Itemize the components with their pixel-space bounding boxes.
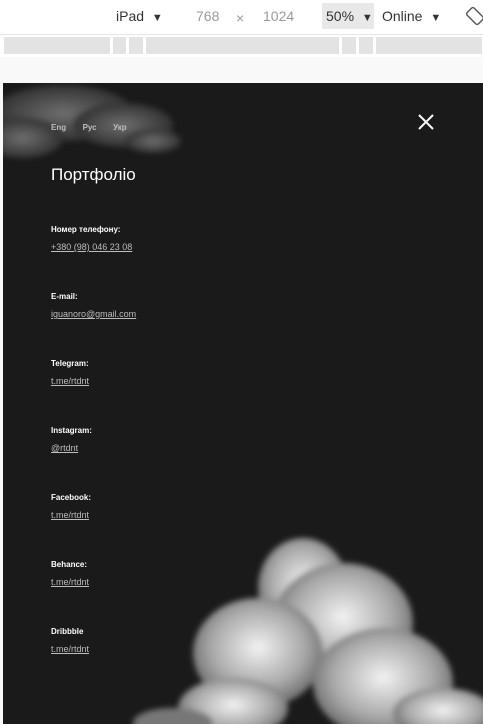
device-viewport: Eng Рус Укр Портфоліо Номер телефону: +3…: [3, 83, 483, 724]
ruler-divider: [110, 37, 113, 54]
contact-facebook: Facebook: t.me/rtdnt: [51, 493, 91, 520]
contact-link[interactable]: t.me/rtdnt: [51, 577, 89, 587]
contact-link[interactable]: iguanoro@gmail.com: [51, 309, 136, 319]
lang-rus[interactable]: Рус: [83, 123, 97, 132]
contact-link[interactable]: t.me/rtdnt: [51, 644, 89, 654]
zoom-label: 50%: [326, 8, 355, 24]
language-switcher: Eng Рус Укр: [51, 117, 139, 135]
ruler-divider: [339, 37, 342, 54]
contact-label: Номер телефону:: [51, 225, 121, 234]
contact-label: Instagram:: [51, 426, 92, 435]
media-query-bar[interactable]: [0, 35, 483, 57]
bottom-cloud: [133, 538, 483, 724]
contact-label: Telegram:: [51, 359, 89, 368]
contact-phone: Номер телефону: +380 (98) 046 23 08: [51, 225, 132, 252]
network-label: Online: [382, 8, 423, 24]
contact-label: E-mail:: [51, 292, 78, 301]
network-select[interactable]: Online ▼: [382, 8, 441, 24]
contact-email: E-mail: iguanoro@gmail.com: [51, 292, 136, 319]
portfolio-link[interactable]: Портфоліо: [51, 165, 136, 185]
contact-link[interactable]: t.me/rtdnt: [51, 510, 91, 520]
ruler-divider: [126, 37, 129, 54]
rotate-icon[interactable]: [465, 6, 483, 26]
height-input[interactable]: 1024: [263, 8, 294, 24]
zoom-select[interactable]: 50% ▼: [326, 8, 373, 24]
lang-eng[interactable]: Eng: [51, 123, 66, 132]
close-icon[interactable]: [416, 112, 436, 132]
contact-behance: Behance: t.me/rtdnt: [51, 560, 89, 587]
contact-label: Dribbble: [51, 627, 84, 636]
contact-instagram: Instagram: @rtdnt: [51, 426, 92, 453]
chevron-down-icon: ▼: [361, 12, 373, 24]
device-toolbar: iPad ▼ 768 × 1024 50% ▼ Online ▼: [0, 0, 483, 35]
contact-label: Facebook:: [51, 493, 92, 502]
width-input[interactable]: 768: [196, 8, 219, 24]
chevron-down-icon: ▼: [151, 12, 163, 24]
times-icon: ×: [236, 10, 245, 26]
media-query-track: [4, 37, 482, 54]
ruler-divider: [356, 37, 359, 54]
lang-ukr[interactable]: Укр: [113, 123, 127, 132]
ruler-divider: [143, 37, 146, 54]
device-select[interactable]: iPad ▼: [116, 8, 163, 24]
contact-dribbble: Dribbble t.me/rtdnt: [51, 627, 89, 654]
device-label: iPad: [116, 8, 145, 24]
chevron-down-icon: ▼: [430, 12, 442, 24]
contact-telegram: Telegram: t.me/rtdnt: [51, 359, 89, 386]
contact-link[interactable]: +380 (98) 046 23 08: [51, 242, 132, 252]
contact-label: Behance:: [51, 560, 88, 569]
contact-link[interactable]: @rtdnt: [51, 443, 92, 453]
ruler-divider: [373, 37, 376, 54]
contact-link[interactable]: t.me/rtdnt: [51, 376, 89, 386]
